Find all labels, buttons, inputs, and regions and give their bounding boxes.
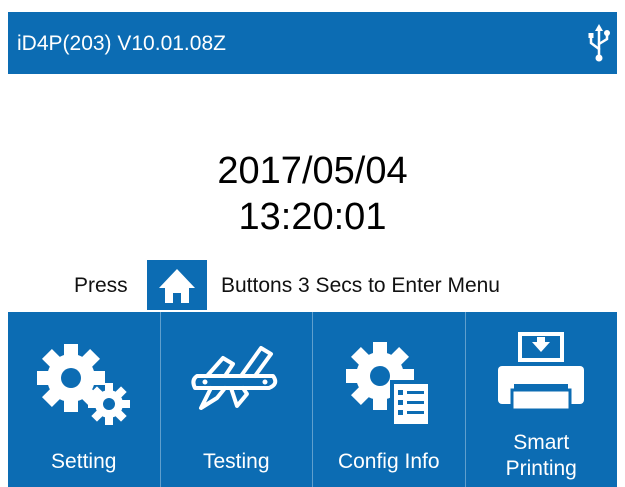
printer-icon — [498, 332, 585, 412]
menu-item-setting[interactable]: Setting — [8, 312, 160, 487]
menu-item-config-info[interactable]: Config Info — [312, 312, 465, 487]
config-list-icon — [345, 342, 430, 426]
clock-time: 13:20:01 — [238, 196, 387, 238]
menu-item-label: Testing — [202, 450, 270, 473]
status-bar: iD4P(203) V10.01.08Z — [8, 12, 617, 74]
menu-item-label: Config Info — [337, 450, 440, 473]
hint-rest-text: Buttons 3 Secs to Enter Menu — [221, 274, 500, 297]
firmware-title: iD4P(203) V10.01.08Z — [17, 32, 226, 55]
hint-press-text: Press — [74, 274, 128, 297]
clock-date: 2017/05/04 — [217, 150, 408, 192]
home-icon — [159, 269, 195, 303]
multitool-icon — [191, 346, 278, 410]
main-menu: Setting Testing Config Info Smart Printi… — [8, 312, 617, 487]
menu-item-label: Setting — [51, 450, 117, 473]
home-button[interactable] — [147, 260, 207, 310]
usb-icon — [588, 24, 610, 62]
menu-item-label: Smart Printing — [505, 431, 577, 480]
gears-icon — [36, 344, 130, 425]
menu-item-testing[interactable]: Testing — [159, 312, 313, 487]
menu-hint: Press Buttons 3 Secs to Enter Menu — [0, 260, 625, 310]
menu-item-smart-printing[interactable]: Smart Printing — [464, 312, 618, 487]
